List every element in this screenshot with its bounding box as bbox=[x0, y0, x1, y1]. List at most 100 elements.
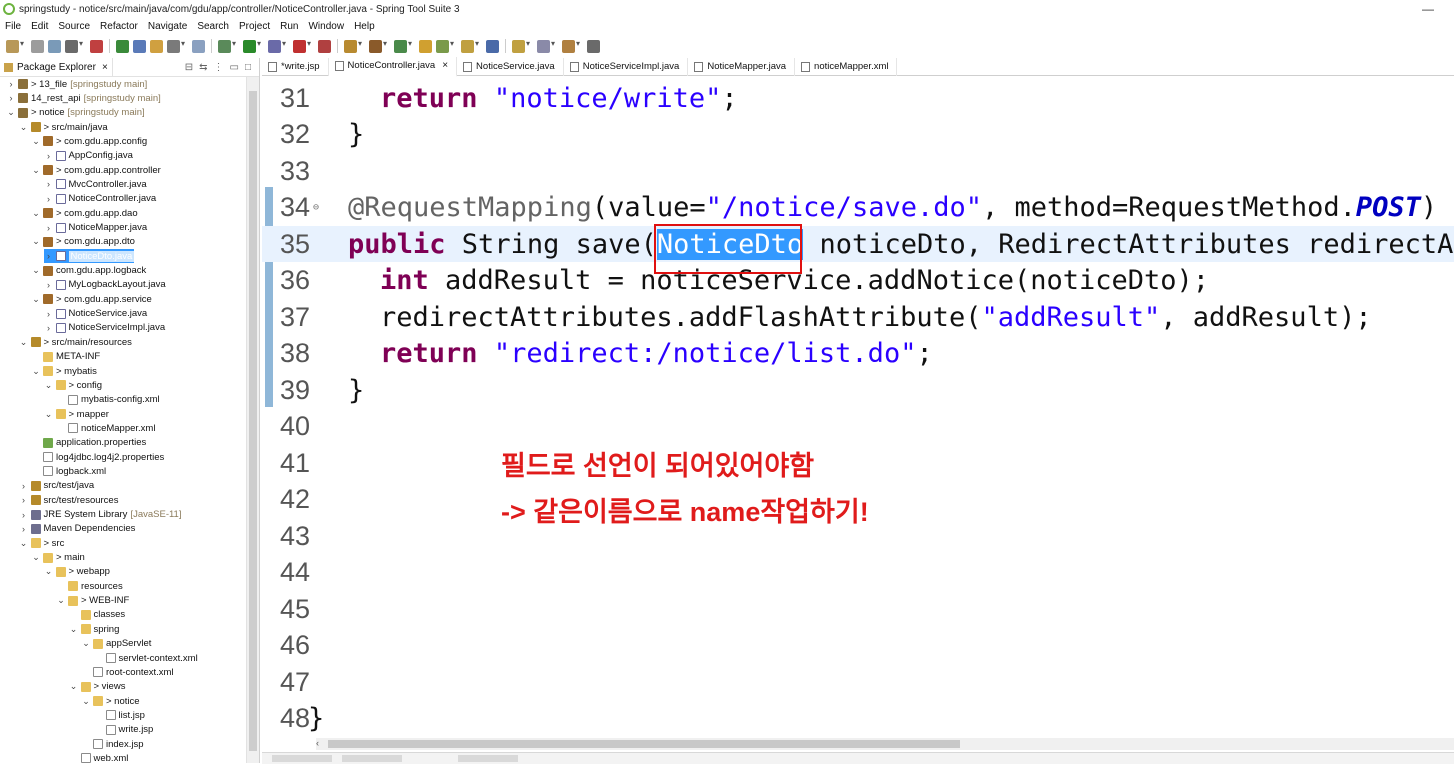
menu-file[interactable]: File bbox=[0, 21, 26, 32]
expand-toggle-icon[interactable]: › bbox=[44, 309, 54, 319]
expand-toggle-icon[interactable]: ⌄ bbox=[19, 337, 29, 348]
tree-item[interactable]: web.xml bbox=[69, 751, 128, 763]
tree-item[interactable]: noticeMapper.xml bbox=[56, 421, 155, 435]
toolbar-button-icon[interactable] bbox=[268, 39, 286, 53]
package-explorer-tab[interactable]: Package Explorer × bbox=[0, 58, 113, 76]
menu-run[interactable]: Run bbox=[275, 21, 303, 32]
expand-toggle-icon[interactable]: › bbox=[44, 179, 54, 189]
expand-toggle-icon[interactable]: ⌄ bbox=[31, 366, 41, 377]
expand-toggle-icon[interactable]: ⌄ bbox=[31, 236, 41, 247]
toolbar-button-icon[interactable] bbox=[65, 39, 83, 53]
expand-toggle-icon[interactable]: › bbox=[19, 524, 29, 534]
tree-item[interactable]: › NoticeController.java bbox=[44, 192, 156, 206]
expand-toggle-icon[interactable]: ⌄ bbox=[81, 696, 91, 707]
link-editor-icon[interactable]: ⇆ bbox=[199, 62, 207, 73]
close-icon[interactable]: × bbox=[442, 60, 448, 71]
tree-item[interactable]: › > 13_file [springstudy main] bbox=[6, 77, 148, 91]
tree-item[interactable]: › MyLogbackLayout.java bbox=[44, 278, 166, 292]
tree-scrollbar[interactable] bbox=[246, 77, 259, 763]
tree-item[interactable]: › Maven Dependencies bbox=[19, 522, 135, 536]
expand-toggle-icon[interactable]: ⌄ bbox=[44, 380, 54, 391]
tree-item[interactable]: › src/test/java bbox=[19, 479, 94, 493]
tree-item[interactable]: application.properties bbox=[31, 436, 146, 450]
toolbar-button-icon[interactable] bbox=[537, 39, 555, 53]
expand-toggle-icon[interactable]: ⌄ bbox=[31, 136, 41, 147]
expand-toggle-icon[interactable]: › bbox=[44, 194, 54, 204]
toolbar-button-icon[interactable] bbox=[394, 39, 412, 53]
menu-refactor[interactable]: Refactor bbox=[95, 21, 143, 32]
bottom-tab[interactable] bbox=[458, 755, 518, 762]
bottom-tab[interactable] bbox=[272, 755, 332, 762]
menu-project[interactable]: Project bbox=[234, 21, 275, 32]
expand-toggle-icon[interactable]: › bbox=[44, 251, 54, 261]
toolbar-button-icon[interactable] bbox=[6, 39, 24, 53]
tree-item[interactable]: › NoticeMapper.java bbox=[44, 221, 147, 235]
tree-item[interactable]: ⌄ > src bbox=[19, 536, 65, 550]
tree-item[interactable]: mybatis-config.xml bbox=[56, 393, 160, 407]
tree-item[interactable]: ⌄ appServlet bbox=[81, 637, 151, 651]
expand-toggle-icon[interactable]: ⌄ bbox=[31, 552, 41, 563]
tree-item[interactable]: › 14_rest_api [springstudy main] bbox=[6, 91, 161, 105]
code-editor[interactable]: 31 return "notice/write"; 32} 33 34 ⊖ @Request… bbox=[262, 78, 1454, 738]
expand-toggle-icon[interactable]: › bbox=[19, 495, 29, 505]
expand-toggle-icon[interactable]: › bbox=[19, 481, 29, 491]
tree-item[interactable]: ⌄ > config bbox=[44, 378, 102, 392]
toolbar-button-icon[interactable] bbox=[562, 39, 580, 53]
toolbar-button-icon[interactable] bbox=[369, 39, 387, 53]
expand-toggle-icon[interactable]: › bbox=[19, 510, 29, 520]
tree-item[interactable]: ⌄ > WEB-INF bbox=[56, 594, 129, 608]
tree-item[interactable]: ⌄ com.gdu.app.logback bbox=[31, 264, 146, 278]
bottom-tab[interactable] bbox=[342, 755, 402, 762]
expand-toggle-icon[interactable]: › bbox=[44, 151, 54, 161]
tree-item[interactable]: › NoticeDto.java bbox=[43, 249, 135, 264]
tree-item[interactable]: servlet-context.xml bbox=[94, 651, 198, 665]
toolbar-button-icon[interactable] bbox=[133, 39, 146, 53]
toolbar-button-icon[interactable] bbox=[48, 39, 61, 53]
expand-toggle-icon[interactable]: › bbox=[6, 93, 16, 103]
editor-tab[interactable]: NoticeMapper.java bbox=[688, 57, 796, 76]
tree-item[interactable]: › NoticeServiceImpl.java bbox=[44, 321, 165, 335]
minimize-view-icon[interactable]: ▭ bbox=[230, 62, 239, 73]
menu-edit[interactable]: Edit bbox=[26, 21, 53, 32]
tree-item[interactable]: ⌄ > notice bbox=[81, 694, 139, 708]
toolbar-button-icon[interactable] bbox=[167, 39, 185, 53]
tree-item[interactable]: › MvcController.java bbox=[44, 177, 147, 191]
tree-item[interactable]: ⌄ > notice [springstudy main] bbox=[6, 106, 144, 120]
expand-toggle-icon[interactable]: ⌄ bbox=[19, 122, 29, 133]
toolbar-button-icon[interactable] bbox=[192, 39, 205, 53]
expand-toggle-icon[interactable]: › bbox=[44, 323, 54, 333]
toolbar-button-icon[interactable] bbox=[344, 39, 362, 53]
expand-toggle-icon[interactable]: ⌄ bbox=[31, 165, 41, 176]
toolbar-button-icon[interactable] bbox=[512, 39, 530, 53]
editor-tab[interactable]: noticeMapper.xml bbox=[795, 57, 898, 76]
toolbar-button-icon[interactable] bbox=[318, 39, 331, 53]
tree-item[interactable]: ⌄ > com.gdu.app.config bbox=[31, 134, 147, 148]
toolbar-button-icon[interactable] bbox=[243, 39, 261, 53]
tree-item[interactable]: ⌄ > mapper bbox=[44, 407, 109, 421]
expand-toggle-icon[interactable]: ⌄ bbox=[44, 409, 54, 420]
toolbar-button-icon[interactable] bbox=[293, 39, 311, 53]
tree-item[interactable]: META-INF bbox=[31, 350, 100, 364]
tree-item[interactable]: ⌄ > com.gdu.app.controller bbox=[31, 163, 161, 177]
maximize-view-icon[interactable]: □ bbox=[245, 62, 251, 73]
tree-item[interactable]: ⌄ > src/main/resources bbox=[19, 335, 132, 349]
tree-item[interactable]: ⌄ > com.gdu.app.service bbox=[31, 292, 152, 306]
menu-search[interactable]: Search bbox=[192, 21, 234, 32]
toolbar-button-icon[interactable] bbox=[90, 39, 103, 53]
tree-item[interactable]: ⌄ spring bbox=[69, 622, 120, 636]
editor-tab[interactable]: NoticeService.java bbox=[457, 57, 564, 76]
tree-item[interactable]: ⌄ > src/main/java bbox=[19, 120, 108, 134]
tree-item[interactable]: ⌄ > com.gdu.app.dto bbox=[31, 235, 135, 249]
toolbar-button-icon[interactable] bbox=[218, 39, 236, 53]
editor-tab[interactable]: *write.jsp bbox=[262, 57, 329, 76]
toolbar-button-icon[interactable] bbox=[486, 39, 499, 53]
tree-item[interactable]: write.jsp bbox=[94, 723, 153, 737]
editor-tab[interactable]: NoticeController.java × bbox=[328, 56, 458, 77]
toolbar-button-icon[interactable] bbox=[419, 39, 432, 53]
tree-item[interactable]: resources bbox=[56, 579, 123, 593]
toolbar-button-icon[interactable] bbox=[436, 39, 454, 53]
expand-toggle-icon[interactable]: ⌄ bbox=[81, 638, 91, 649]
tree-item[interactable]: log4jdbc.log4j2.properties bbox=[31, 450, 164, 464]
expand-toggle-icon[interactable]: ⌄ bbox=[19, 538, 29, 549]
menu-navigate[interactable]: Navigate bbox=[143, 21, 192, 32]
